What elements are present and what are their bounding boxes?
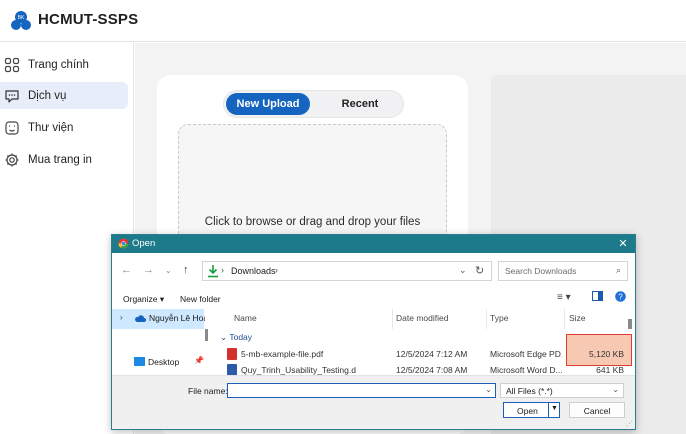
file-size: 5,120 KB: [589, 349, 624, 359]
open-file-dialog: Open ✕ ← → ⌄ ↑ › Downloads › ⌄ ↻ Search …: [111, 234, 636, 430]
file-type: Microsoft Edge PD...: [490, 349, 562, 359]
app-title: HCMUT-SSPS: [38, 11, 139, 28]
nav-item-label: Desktop: [148, 357, 180, 367]
upload-tabs: New Upload Recent: [223, 90, 404, 118]
column-header-size[interactable]: Size: [569, 313, 586, 323]
column-divider: [392, 309, 393, 329]
column-divider: [486, 309, 487, 329]
breadcrumb-separator: ›: [275, 265, 278, 275]
tab-recent[interactable]: Recent: [320, 93, 400, 115]
address-dropdown-icon[interactable]: ⌄: [459, 265, 467, 276]
logo-icon: BK: [11, 11, 31, 30]
svg-text:BK: BK: [18, 15, 25, 21]
breadcrumb-arrow-icon: ›: [221, 265, 224, 275]
column-header-name[interactable]: Name: [234, 313, 257, 323]
refresh-icon[interactable]: ↻: [475, 264, 484, 277]
sidebar-item-label: Thư viện: [28, 121, 74, 134]
file-row[interactable]: 5-mb-example-file.pdf 12/5/2024 7:12 AM …: [214, 348, 624, 362]
cancel-button-label: Cancel: [583, 406, 611, 416]
file-name: 5-mb-example-file.pdf: [241, 349, 324, 359]
command-bar: Organize ▾ New folder ≡ ▾ ?: [112, 289, 635, 309]
svg-text:?: ?: [618, 292, 623, 301]
file-name-label: File name:: [188, 386, 228, 396]
file-name-input[interactable]: ⌄: [227, 383, 496, 398]
file-list: Name Date modified Type Size ⌄ Today 5-m…: [214, 309, 635, 375]
sidebar-item-home[interactable]: Trang chính: [0, 51, 128, 78]
desktop-icon: [134, 357, 145, 366]
dialog-title: Open: [132, 238, 156, 249]
forward-arrow-icon[interactable]: →: [143, 264, 154, 276]
file-type-filter-value: All Files (*.*): [506, 386, 553, 396]
chat-icon: [5, 89, 19, 103]
file-type: Microsoft Word D...: [490, 365, 562, 375]
column-header-type[interactable]: Type: [490, 313, 508, 323]
file-name: Quy_Trinh_Usability_Testing.docx: [241, 365, 356, 375]
chevron-down-icon[interactable]: ⌄: [485, 385, 492, 394]
app-header: BK HCMUT-SSPS: [0, 0, 686, 42]
nav-scrollbar[interactable]: [205, 329, 208, 341]
dialog-title-bar: Open ✕: [112, 235, 635, 253]
search-icon: ⌕: [615, 265, 621, 275]
chrome-icon: [118, 238, 129, 249]
sidebar-item-label: Mua trang in: [28, 153, 92, 166]
search-downloads-input[interactable]: Search Downloads ⌕: [498, 261, 628, 281]
back-arrow-icon[interactable]: ←: [121, 264, 132, 276]
open-options-icon[interactable]: ▼: [551, 405, 558, 412]
gear-icon: [5, 153, 19, 166]
group-label: Today: [229, 332, 253, 342]
download-icon: [208, 265, 218, 278]
word-file-icon: [227, 364, 237, 375]
sidebar-item-services[interactable]: Dịch vụ: [0, 82, 128, 109]
sidebar-item-label: Dịch vụ: [28, 89, 67, 102]
library-icon: [5, 120, 19, 135]
drop-zone-text: Click to browse or drag and drop your fi…: [204, 216, 421, 228]
sidebar-item-library[interactable]: Thư viện: [0, 114, 128, 141]
cancel-button[interactable]: Cancel: [569, 402, 625, 418]
pdf-file-icon: [227, 348, 237, 360]
file-list-scrollbar[interactable]: [628, 319, 632, 329]
view-menu-icon[interactable]: ≡ ▾: [557, 292, 571, 303]
breadcrumb-downloads[interactable]: Downloads: [231, 266, 276, 276]
navigation-pane: › Nguyễn Lê Hoàng Desktop 📌: [112, 309, 208, 375]
up-arrow-icon[interactable]: ↑: [183, 264, 189, 276]
chevron-right-icon[interactable]: ›: [120, 313, 123, 322]
grid-icon: [4, 57, 20, 72]
organize-menu[interactable]: Organize ▾: [123, 294, 164, 305]
file-size: 641 KB: [596, 365, 624, 375]
column-divider: [564, 309, 565, 329]
dialog-footer: File name: ⌄ All Files (*.*) ⌄ Open ▼ Ca…: [112, 375, 635, 429]
nav-item-desktop[interactable]: Desktop 📌: [132, 356, 206, 370]
nav-item-label: Nguyễn Lê Hoàng: [149, 313, 205, 323]
search-placeholder: Search Downloads: [505, 266, 577, 276]
open-button[interactable]: Open ▼: [503, 402, 560, 418]
sidebar-item-buy-pages[interactable]: Mua trang in: [0, 146, 128, 173]
help-icon[interactable]: ?: [615, 291, 626, 305]
column-header-date[interactable]: Date modified: [396, 313, 448, 323]
tab-new-upload[interactable]: New Upload: [226, 93, 310, 115]
open-button-label: Open: [517, 406, 538, 416]
file-row[interactable]: Quy_Trinh_Usability_Testing.docx 12/5/20…: [214, 364, 624, 375]
chevron-down-icon[interactable]: ⌄: [165, 266, 172, 275]
nav-item-onedrive[interactable]: › Nguyễn Lê Hoàng: [112, 309, 205, 329]
file-date: 12/5/2024 7:08 AM: [396, 365, 468, 375]
file-type-filter[interactable]: All Files (*.*) ⌄: [500, 383, 624, 398]
pin-icon: 📌: [194, 356, 204, 365]
cloud-icon: [135, 315, 146, 322]
chevron-down-icon: ⌄: [612, 385, 619, 394]
file-date: 12/5/2024 7:12 AM: [396, 349, 468, 359]
preview-pane-icon[interactable]: [592, 291, 603, 304]
address-row: ← → ⌄ ↑ › Downloads › ⌄ ↻ Search Downloa…: [112, 253, 635, 289]
sidebar-item-label: Trang chính: [28, 58, 89, 71]
address-bar[interactable]: › Downloads › ⌄ ↻: [202, 261, 492, 281]
resize-grip-icon[interactable]: ⋰: [626, 420, 633, 428]
group-header-today[interactable]: ⌄ Today: [220, 332, 252, 343]
new-folder-button[interactable]: New folder: [180, 294, 221, 304]
close-icon[interactable]: ✕: [617, 237, 629, 250]
split-divider: [548, 403, 549, 417]
